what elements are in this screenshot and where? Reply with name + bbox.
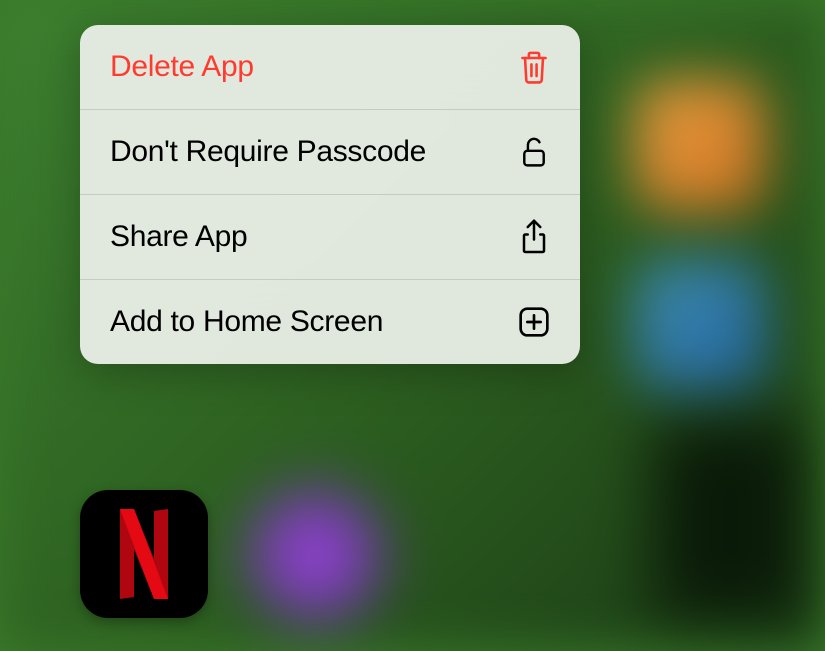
netflix-logo (114, 509, 174, 599)
netflix-app-icon[interactable] (80, 490, 208, 618)
background-app-blur (635, 260, 765, 390)
menu-item-label: Share App (110, 219, 247, 255)
trash-icon (516, 49, 552, 85)
delete-app-menu-item[interactable]: Delete App (80, 25, 580, 110)
dont-require-passcode-menu-item[interactable]: Don't Require Passcode (80, 110, 580, 195)
share-icon (516, 219, 552, 255)
add-to-home-screen-menu-item[interactable]: Add to Home Screen (80, 280, 580, 364)
menu-item-label: Delete App (110, 49, 254, 85)
plus-square-icon (516, 304, 552, 340)
share-app-menu-item[interactable]: Share App (80, 195, 580, 280)
menu-item-label: Don't Require Passcode (110, 134, 426, 170)
background-app-blur (635, 80, 765, 210)
app-context-menu: Delete App Don't Require Passcode Share … (80, 25, 580, 364)
unlock-icon (516, 134, 552, 170)
background-app-blur (655, 420, 805, 620)
background-app-blur (250, 490, 380, 620)
menu-item-label: Add to Home Screen (110, 304, 383, 340)
